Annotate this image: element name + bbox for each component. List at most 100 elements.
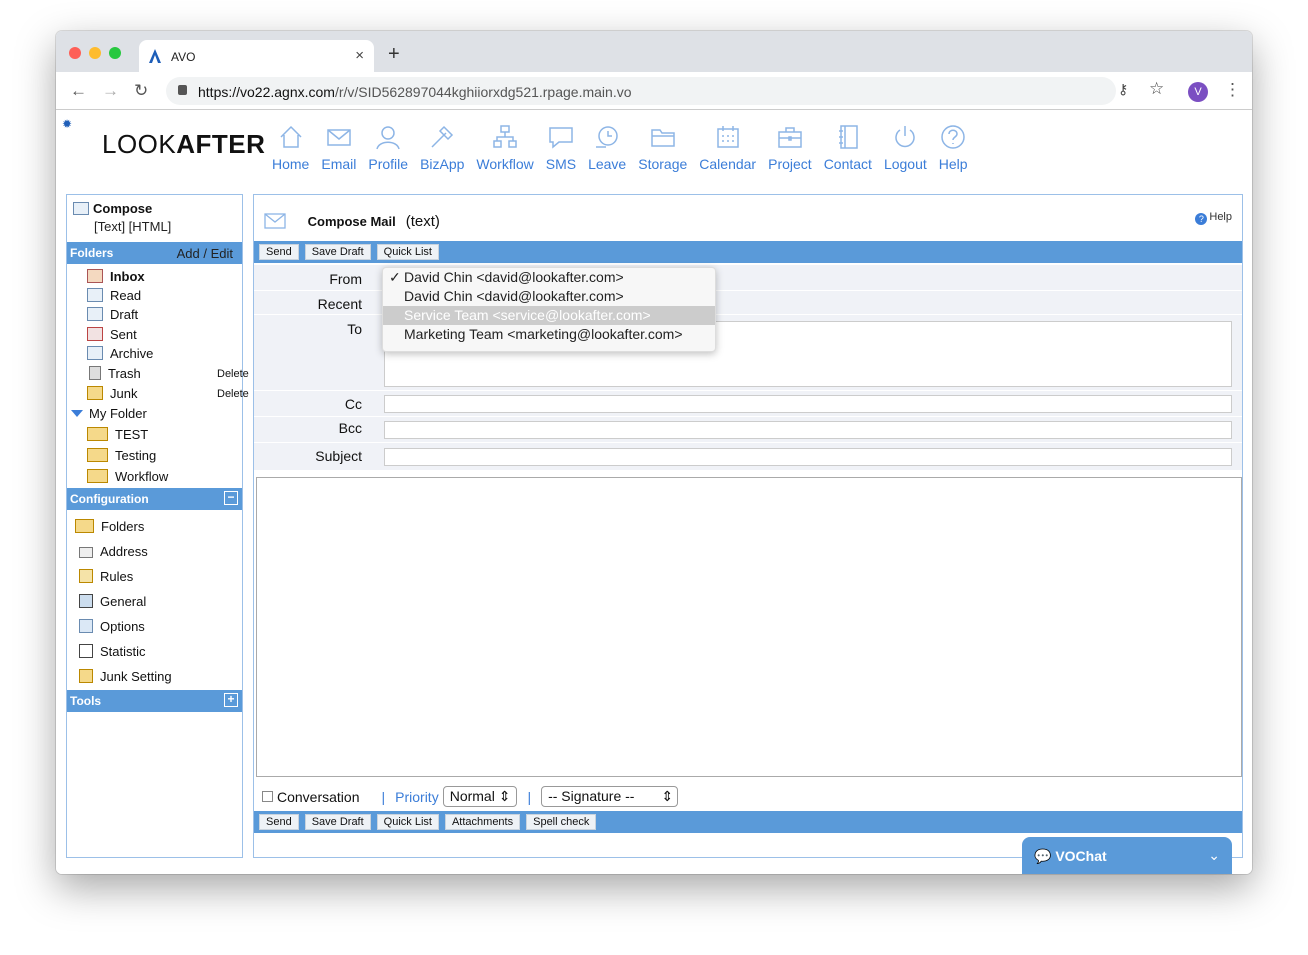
folder-read[interactable]: Read bbox=[87, 288, 141, 306]
select-arrows-icon: ⇕ bbox=[498, 788, 511, 804]
nav-home[interactable]: Home bbox=[272, 123, 309, 172]
add-edit-folders-link[interactable]: Add / Edit bbox=[177, 246, 233, 261]
nav-email[interactable]: Email bbox=[321, 123, 356, 172]
browser-menu-icon[interactable]: ⋮ bbox=[1224, 80, 1241, 100]
folder-inbox[interactable]: Inbox bbox=[87, 269, 145, 287]
config-options[interactable]: Options bbox=[79, 619, 145, 637]
save-draft-button[interactable]: Save Draft bbox=[304, 244, 371, 260]
url-field[interactable]: https://vo22.agnx.com/r/v/SID562897044kg… bbox=[166, 77, 1116, 105]
from-option[interactable]: Marketing Team <marketing@lookafter.com> bbox=[383, 325, 715, 344]
key-icon[interactable]: ⚷ bbox=[1118, 81, 1128, 98]
from-option[interactable]: David Chin <david@lookafter.com> bbox=[383, 287, 715, 306]
collapse-icon[interactable]: − bbox=[224, 491, 238, 505]
folder-icon bbox=[87, 469, 108, 483]
nav-sms[interactable]: SMS bbox=[546, 123, 576, 172]
spell-check-button[interactable]: Spell check bbox=[526, 814, 597, 830]
config-rules[interactable]: Rules bbox=[79, 569, 133, 587]
main-nav: Home Email Profile BizApp Workflow SMS L… bbox=[272, 123, 980, 172]
tab-bar: AVO × + bbox=[56, 31, 1252, 72]
bcc-input[interactable] bbox=[384, 421, 1232, 439]
nav-project[interactable]: Project bbox=[768, 123, 812, 172]
chevron-down-icon[interactable]: ⌄ bbox=[1208, 847, 1220, 864]
send-button[interactable]: Send bbox=[259, 244, 299, 260]
from-dropdown-menu: ✓ David Chin <david@lookafter.com> David … bbox=[382, 267, 716, 352]
config-junk-setting[interactable]: Junk Setting bbox=[79, 669, 172, 687]
folder-archive[interactable]: Archive bbox=[87, 346, 153, 364]
quick-list-button[interactable]: Quick List bbox=[376, 244, 439, 260]
inbox-icon bbox=[87, 269, 103, 283]
chat-bubble-icon: 💬 bbox=[1034, 848, 1052, 864]
statistic-chart-icon bbox=[79, 644, 93, 658]
reload-icon[interactable]: ↻ bbox=[134, 81, 148, 101]
bottom-toolbar: Send Save Draft Quick List Attachments S… bbox=[254, 811, 1242, 833]
folder-junk[interactable]: Junk Delete bbox=[87, 386, 249, 404]
sms-icon bbox=[549, 127, 573, 149]
nav-workflow[interactable]: Workflow bbox=[476, 123, 534, 172]
bizapp-icon bbox=[431, 125, 454, 148]
folder-test[interactable]: TEST bbox=[87, 427, 148, 445]
subject-input[interactable] bbox=[384, 448, 1232, 466]
cc-input[interactable] bbox=[384, 395, 1232, 413]
expand-icon[interactable]: + bbox=[224, 693, 238, 707]
bookmark-star-icon[interactable]: ☆ bbox=[1149, 79, 1164, 99]
configuration-header: Configuration − bbox=[67, 488, 242, 510]
config-general[interactable]: General bbox=[79, 594, 146, 612]
folder-sent[interactable]: Sent bbox=[87, 327, 137, 345]
quick-list-button-bottom[interactable]: Quick List bbox=[376, 814, 439, 830]
close-window-button[interactable] bbox=[69, 47, 81, 59]
config-statistic[interactable]: Statistic bbox=[79, 644, 146, 662]
nav-contact[interactable]: Contact bbox=[824, 123, 872, 172]
nav-leave[interactable]: Leave bbox=[588, 123, 626, 172]
brand-logo[interactable]: LOOKAFTER bbox=[102, 129, 265, 160]
back-icon[interactable]: ← bbox=[70, 81, 87, 101]
profile-avatar[interactable]: V bbox=[1188, 82, 1208, 102]
draft-icon bbox=[87, 307, 103, 321]
compose-mode: (text) bbox=[405, 213, 440, 230]
nav-calendar[interactable]: Calendar bbox=[699, 123, 756, 172]
folder-trash[interactable]: Trash Delete bbox=[87, 366, 249, 384]
message-body-textarea[interactable] bbox=[256, 477, 1242, 777]
nav-bizapp[interactable]: BizApp bbox=[420, 123, 464, 172]
url-host: https://vo22.agnx.com bbox=[198, 84, 335, 100]
priority-select[interactable]: Normal ⇕ bbox=[442, 786, 518, 807]
config-folders[interactable]: Folders bbox=[75, 519, 144, 537]
subject-row: Subject bbox=[254, 443, 1242, 471]
nav-help[interactable]: Help bbox=[939, 123, 968, 172]
my-folder-toggle[interactable]: My Folder bbox=[71, 406, 147, 424]
triangle-down-icon bbox=[71, 410, 83, 417]
folder-draft[interactable]: Draft bbox=[87, 307, 138, 325]
email-icon bbox=[327, 129, 351, 146]
from-option[interactable]: ✓ David Chin <david@lookafter.com> bbox=[383, 268, 715, 287]
signature-select[interactable]: -- Signature -- ⇕ bbox=[541, 786, 679, 807]
url-path: /r/v/SID562897044kghiiorxdg521.rpage.mai… bbox=[334, 84, 632, 100]
new-tab-icon[interactable]: + bbox=[388, 43, 400, 66]
nav-profile[interactable]: Profile bbox=[368, 123, 408, 172]
maximize-window-button[interactable] bbox=[109, 47, 121, 59]
help-link[interactable]: ? Help bbox=[1195, 211, 1232, 225]
settings-gear-icon[interactable]: ✹ bbox=[62, 117, 72, 131]
conversation-checkbox[interactable] bbox=[262, 791, 273, 802]
trash-delete-link[interactable]: Delete bbox=[217, 368, 249, 380]
vochat-widget[interactable]: 💬 VOChat ⌄ bbox=[1022, 837, 1232, 874]
nav-storage[interactable]: Storage bbox=[638, 123, 687, 172]
send-button-bottom[interactable]: Send bbox=[259, 814, 299, 830]
junk-delete-link[interactable]: Delete bbox=[217, 388, 249, 400]
nav-logout[interactable]: Logout bbox=[884, 123, 927, 172]
select-arrows-icon: ⇕ bbox=[661, 788, 674, 804]
close-tab-icon[interactable]: × bbox=[355, 47, 364, 64]
help-icon bbox=[941, 125, 965, 149]
power-icon bbox=[895, 126, 916, 148]
forward-icon[interactable]: → bbox=[102, 81, 119, 101]
compose-link[interactable]: Compose bbox=[73, 201, 152, 216]
browser-tab[interactable]: AVO × bbox=[139, 40, 374, 72]
compose-type-links[interactable]: [Text] [HTML] bbox=[94, 219, 171, 234]
folder-workflow[interactable]: Workflow bbox=[87, 469, 168, 487]
config-address[interactable]: Address bbox=[79, 544, 148, 562]
save-draft-button-bottom[interactable]: Save Draft bbox=[304, 814, 371, 830]
attachments-button[interactable]: Attachments bbox=[444, 814, 521, 830]
mail-icon bbox=[264, 213, 286, 229]
minimize-window-button[interactable] bbox=[89, 47, 101, 59]
folder-testing[interactable]: Testing bbox=[87, 448, 156, 466]
contact-book-icon bbox=[838, 125, 858, 149]
from-option-highlighted[interactable]: Service Team <service@lookafter.com> bbox=[383, 306, 715, 325]
